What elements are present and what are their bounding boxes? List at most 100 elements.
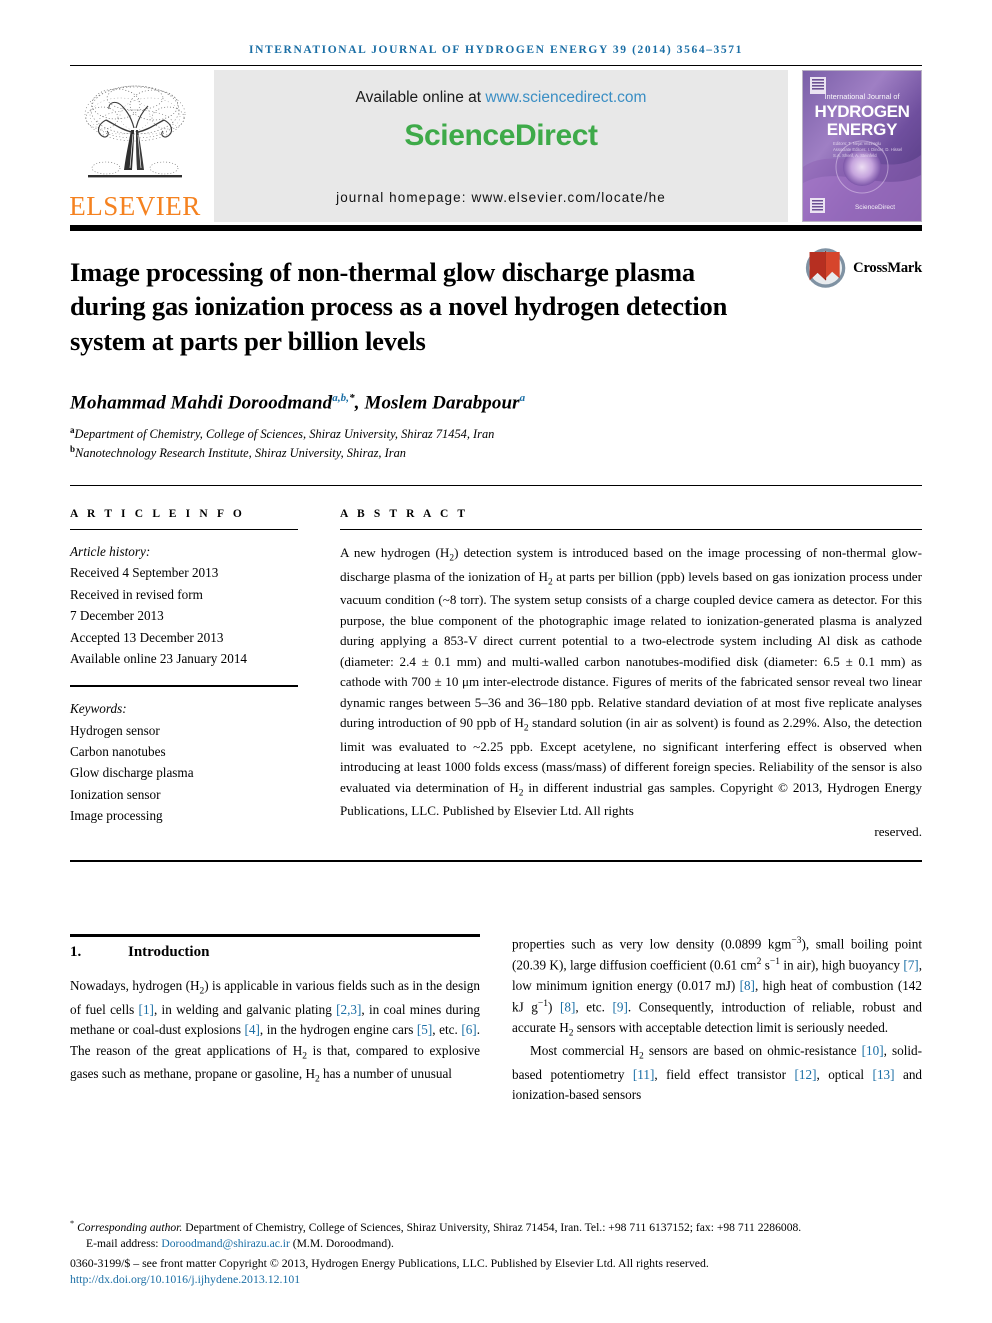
affiliation-b-text: Nanotechnology Research Institute, Shira… xyxy=(75,446,406,461)
citation-link[interactable]: [8] xyxy=(560,999,575,1014)
affiliations: aDepartment of Chemistry, College of Sci… xyxy=(70,424,922,463)
text-segment: s xyxy=(761,957,770,973)
text-segment: has a number of unusual xyxy=(319,1066,452,1082)
keywords-label: Keywords: xyxy=(70,701,127,717)
article-info-heading: A R T I C L E I N F O xyxy=(70,508,245,521)
superscript: −1 xyxy=(537,998,549,1009)
crossmark-label: CrossMark xyxy=(853,259,922,276)
citation-link[interactable]: [7] xyxy=(903,958,918,973)
author-list: Mohammad Mahdi Doroodmanda,b,*, Moslem D… xyxy=(70,392,922,414)
doi-link-wrapper: http://dx.doi.org/10.1016/j.ijhydene.201… xyxy=(70,1272,922,1287)
citation-link[interactable]: [8] xyxy=(740,978,755,993)
author-2-affil-marks: a xyxy=(519,392,526,405)
citation-link[interactable]: [12] xyxy=(794,1067,816,1082)
email-link[interactable]: Doroodmand@shirazu.ac.ir xyxy=(161,1237,290,1250)
body-column-left: 1. Introduction Nowadays, hydrogen (H2) … xyxy=(70,934,480,1106)
text-segment: , field effect transistor xyxy=(654,1066,795,1082)
sciencedirect-banner: Available online at www.sciencedirect.co… xyxy=(214,70,788,222)
page-title: Image processing of non-thermal glow dis… xyxy=(70,257,728,356)
elsevier-logo: ELSEVIER xyxy=(69,70,201,222)
abstract-last-line: reserved. xyxy=(874,823,922,839)
available-online-text: Available online at xyxy=(355,89,486,106)
sciencedirect-logo: ScienceDirect xyxy=(404,119,598,152)
text-segment: , etc. xyxy=(432,1022,462,1038)
corresponding-author-note: * Corresponding author. Department of Ch… xyxy=(70,1218,922,1236)
keyword-item: Carbon nanotubes xyxy=(70,744,166,760)
text-segment: , etc. xyxy=(575,999,613,1015)
text-segment: sensors are based on ohmic-resistance xyxy=(643,1043,862,1059)
title-area: Image processing of non-thermal glow dis… xyxy=(70,231,922,358)
history-available-online: Available online 23 January 2014 xyxy=(70,650,248,666)
doi-link[interactable]: http://dx.doi.org/10.1016/j.ijhydene.201… xyxy=(70,1272,300,1286)
body-columns: 1. Introduction Nowadays, hydrogen (H2) … xyxy=(70,934,922,1106)
email-note: E-mail address: Doroodmand@shirazu.ac.ir… xyxy=(70,1236,922,1252)
crossmark-badge[interactable]: CrossMark xyxy=(804,239,922,297)
superscript: −1 xyxy=(769,957,780,968)
svg-text:Editors: T. Nejat Veziroglu: Editors: T. Nejat Veziroglu xyxy=(833,141,882,146)
email-attribution: (M.M. Doroodmand). xyxy=(289,1237,394,1251)
section-number: 1. xyxy=(70,944,82,961)
keyword-item: Image processing xyxy=(70,808,163,824)
section-heading-introduction: 1. Introduction xyxy=(70,944,480,961)
available-online-line: Available online at www.sciencedirect.co… xyxy=(214,70,788,107)
svg-text:ENERGY: ENERGY xyxy=(827,120,898,139)
keywords-rule xyxy=(70,685,298,688)
citation-link[interactable]: [11] xyxy=(633,1067,654,1082)
svg-text:ScienceDirect: ScienceDirect xyxy=(855,204,895,211)
elsevier-wordmark: ELSEVIER xyxy=(69,191,201,221)
citation-link[interactable]: [9] xyxy=(613,999,628,1014)
sciencedirect-url-link[interactable]: www.sciencedirect.com xyxy=(485,89,646,106)
svg-text:S.A. Sherif, A. Steinfeld: S.A. Sherif, A. Steinfeld xyxy=(833,153,877,158)
abstract-bottom-rule xyxy=(70,860,922,863)
citation-link[interactable]: [6] xyxy=(461,1022,476,1037)
citation-link[interactable]: [10] xyxy=(862,1043,884,1058)
author-1-affil-marks: a,b, xyxy=(332,392,350,405)
text-segment: ) xyxy=(548,999,560,1015)
history-accepted: Accepted 13 December 2013 xyxy=(70,629,224,645)
citation-link[interactable]: [5] xyxy=(417,1022,432,1037)
intro-paragraph-1: Nowadays, hydrogen (H2) is applicable in… xyxy=(70,976,480,1088)
citation-link[interactable]: [1] xyxy=(139,1002,154,1017)
abstract-column: A B S T R A C T A new hydrogen (H2) dete… xyxy=(320,508,922,842)
citation-link[interactable]: [2,3] xyxy=(336,1002,361,1017)
text-segment: in air), high buoyancy xyxy=(779,957,904,973)
abstract-rule xyxy=(340,529,922,531)
svg-text:International Journal of: International Journal of xyxy=(824,92,900,101)
article-page: INTERNATIONAL JOURNAL OF HYDROGEN ENERGY… xyxy=(0,0,992,1323)
masthead: ELSEVIER Available online at www.science… xyxy=(69,70,922,222)
corresponding-author-label: Corresponding author. xyxy=(77,1221,183,1234)
author-name-2: Moslem Darabpour xyxy=(364,392,520,414)
affiliation-a: aDepartment of Chemistry, College of Sci… xyxy=(70,424,922,444)
keyword-item: Hydrogen sensor xyxy=(70,722,160,738)
corresponding-mark: * xyxy=(70,1219,75,1229)
corresponding-author-details: Department of Chemistry, College of Scie… xyxy=(182,1221,802,1234)
citation-link[interactable]: [4] xyxy=(245,1022,260,1037)
text-segment: properties such as very low density (0.0… xyxy=(512,936,792,952)
footnotes-region: * Corresponding author. Department of Ch… xyxy=(70,1218,922,1287)
affiliation-a-text: Department of Chemistry, College of Scie… xyxy=(74,426,495,441)
history-received: Received 4 September 2013 xyxy=(70,565,219,581)
article-history-label: Article history: xyxy=(70,544,151,560)
abstract-seg-1: A new hydrogen (H xyxy=(340,545,450,561)
text-segment: , in the hydrogen engine cars xyxy=(259,1022,417,1038)
crossmark-icon xyxy=(805,248,846,288)
citation-link[interactable]: [13] xyxy=(873,1067,895,1082)
intro-paragraph-2: Most commercial H2 sensors are based on … xyxy=(512,1041,922,1106)
text-segment: Nowadays, hydrogen (H xyxy=(70,978,200,994)
section-title: Introduction xyxy=(128,944,210,961)
journal-homepage-line: journal homepage: www.elsevier.com/locat… xyxy=(336,190,666,205)
superscript: −3 xyxy=(791,936,802,947)
svg-text:Associate Editors: I. Dincer,: Associate Editors: I. Dincer, D. Hissel xyxy=(833,147,902,152)
email-label: E-mail address: xyxy=(86,1237,162,1251)
abstract-seg-3: at parts per billion (ppb) levels based … xyxy=(340,568,922,731)
journal-cover-art: International Journal of HYDROGEN ENERGY… xyxy=(803,71,921,221)
history-revised-date: 7 December 2013 xyxy=(70,608,164,624)
header-divider xyxy=(70,65,922,66)
affiliation-b: bNanotechnology Research Institute, Shir… xyxy=(70,443,922,463)
elsevier-tree-icon xyxy=(84,85,186,178)
text-segment: Most commercial H xyxy=(530,1043,640,1059)
text-segment: , in welding and galvanic plating xyxy=(153,1001,337,1017)
title-block-divider xyxy=(70,485,922,487)
intro-paragraph-1-cont: properties such as very low density (0.0… xyxy=(512,934,922,1041)
section-heading-rule xyxy=(70,934,480,938)
